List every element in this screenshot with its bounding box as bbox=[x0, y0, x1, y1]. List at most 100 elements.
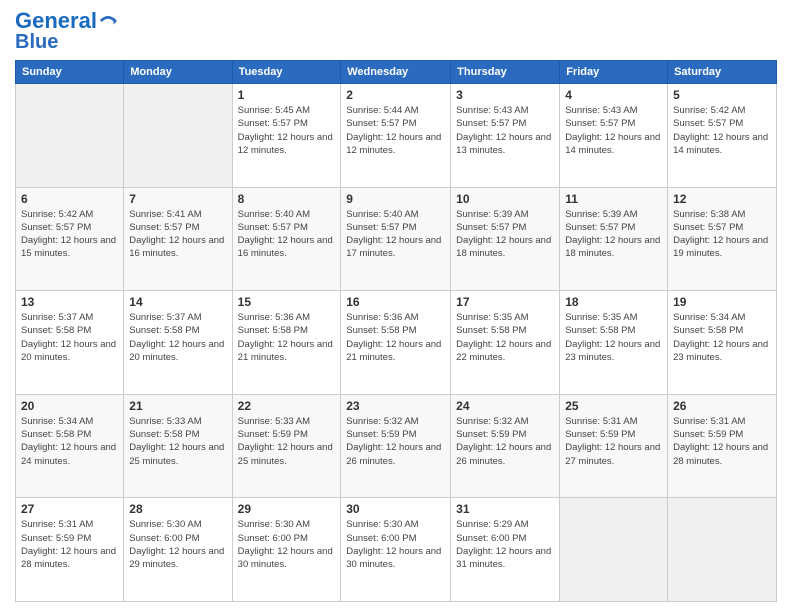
day-info: Sunrise: 5:37 AM Sunset: 5:58 PM Dayligh… bbox=[129, 311, 226, 364]
day-number: 25 bbox=[565, 399, 662, 413]
day-info: Sunrise: 5:39 AM Sunset: 5:57 PM Dayligh… bbox=[456, 208, 554, 261]
calendar-cell: 22Sunrise: 5:33 AM Sunset: 5:59 PM Dayli… bbox=[232, 394, 341, 498]
day-info: Sunrise: 5:40 AM Sunset: 5:57 PM Dayligh… bbox=[238, 208, 336, 261]
day-info: Sunrise: 5:43 AM Sunset: 5:57 PM Dayligh… bbox=[456, 104, 554, 157]
weekday-header-friday: Friday bbox=[560, 61, 668, 84]
day-info: Sunrise: 5:42 AM Sunset: 5:57 PM Dayligh… bbox=[21, 208, 118, 261]
day-number: 10 bbox=[456, 192, 554, 206]
week-row-3: 13 Sunrise: 5:37 AM Sunset: 5:58 PM Dayli… bbox=[16, 291, 777, 395]
weekday-header-tuesday: Tuesday bbox=[232, 61, 341, 84]
day-number: 26 bbox=[673, 399, 771, 413]
calendar-cell: 17 Sunrise: 5:35 AM Sunset: 5:58 PM Dayli… bbox=[451, 291, 560, 395]
day-number: 15 bbox=[238, 295, 336, 309]
day-number: 20 bbox=[21, 399, 118, 413]
day-info: Sunrise: 5:33 AM Sunset: 5:58 PM Dayligh… bbox=[129, 415, 226, 468]
calendar-cell: 13 Sunrise: 5:37 AM Sunset: 5:58 PM Dayli… bbox=[16, 291, 124, 395]
day-number: 19 bbox=[673, 295, 771, 309]
day-info: Sunrise: 5:36 AM Sunset: 5:58 PM Dayligh… bbox=[346, 311, 445, 364]
day-number: 16 bbox=[346, 295, 445, 309]
calendar-cell: 11 Sunrise: 5:39 AM Sunset: 5:57 PM Dayli… bbox=[560, 187, 668, 291]
calendar-cell: 5 Sunrise: 5:42 AM Sunset: 5:57 PM Daylig… bbox=[668, 84, 777, 188]
day-info: Sunrise: 5:36 AM Sunset: 5:58 PM Dayligh… bbox=[238, 311, 336, 364]
calendar-cell: 28 Sunrise: 5:30 AM Sunset: 6:00 PM Dayli… bbox=[124, 498, 232, 602]
day-number: 3 bbox=[456, 88, 554, 102]
weekday-header-thursday: Thursday bbox=[451, 61, 560, 84]
day-info: Sunrise: 5:40 AM Sunset: 5:57 PM Dayligh… bbox=[346, 208, 445, 261]
calendar-cell: 8Sunrise: 5:40 AM Sunset: 5:57 PM Daylig… bbox=[232, 187, 341, 291]
calendar-cell bbox=[124, 84, 232, 188]
day-number: 11 bbox=[565, 192, 662, 206]
day-number: 1 bbox=[238, 88, 336, 102]
day-number: 24 bbox=[456, 399, 554, 413]
day-info: Sunrise: 5:38 AM Sunset: 5:57 PM Dayligh… bbox=[673, 208, 771, 261]
calendar-cell: 3 Sunrise: 5:43 AM Sunset: 5:57 PM Daylig… bbox=[451, 84, 560, 188]
calendar-cell: 27Sunrise: 5:31 AM Sunset: 5:59 PM Dayli… bbox=[16, 498, 124, 602]
calendar-cell: 7Sunrise: 5:41 AM Sunset: 5:57 PM Daylig… bbox=[124, 187, 232, 291]
day-number: 30 bbox=[346, 502, 445, 516]
weekday-header-row: SundayMondayTuesdayWednesdayThursdayFrid… bbox=[16, 61, 777, 84]
day-info: Sunrise: 5:31 AM Sunset: 5:59 PM Dayligh… bbox=[673, 415, 771, 468]
day-info: Sunrise: 5:34 AM Sunset: 5:58 PM Dayligh… bbox=[673, 311, 771, 364]
calendar-cell: 31 Sunrise: 5:29 AM Sunset: 6:00 PM Dayli… bbox=[451, 498, 560, 602]
calendar-cell: 15 Sunrise: 5:36 AM Sunset: 5:58 PM Dayli… bbox=[232, 291, 341, 395]
day-info: Sunrise: 5:29 AM Sunset: 6:00 PM Dayligh… bbox=[456, 518, 554, 571]
weekday-header-monday: Monday bbox=[124, 61, 232, 84]
logo: General Blue bbox=[15, 10, 117, 52]
day-number: 9 bbox=[346, 192, 445, 206]
calendar-cell bbox=[668, 498, 777, 602]
day-info: Sunrise: 5:35 AM Sunset: 5:58 PM Dayligh… bbox=[565, 311, 662, 364]
day-number: 2 bbox=[346, 88, 445, 102]
calendar-cell: 2Sunrise: 5:44 AM Sunset: 5:57 PM Daylig… bbox=[341, 84, 451, 188]
day-info: Sunrise: 5:33 AM Sunset: 5:59 PM Dayligh… bbox=[238, 415, 336, 468]
day-info: Sunrise: 5:43 AM Sunset: 5:57 PM Dayligh… bbox=[565, 104, 662, 157]
day-number: 5 bbox=[673, 88, 771, 102]
calendar-cell: 12 Sunrise: 5:38 AM Sunset: 5:57 PM Dayli… bbox=[668, 187, 777, 291]
day-info: Sunrise: 5:34 AM Sunset: 5:58 PM Dayligh… bbox=[21, 415, 118, 468]
page: General Blue SundayMondayTuesdayWednesda… bbox=[0, 0, 792, 612]
day-info: Sunrise: 5:32 AM Sunset: 5:59 PM Dayligh… bbox=[346, 415, 445, 468]
calendar-cell: 18 Sunrise: 5:35 AM Sunset: 5:58 PM Dayli… bbox=[560, 291, 668, 395]
calendar-cell bbox=[560, 498, 668, 602]
calendar-cell: 26 Sunrise: 5:31 AM Sunset: 5:59 PM Dayli… bbox=[668, 394, 777, 498]
day-info: Sunrise: 5:37 AM Sunset: 5:58 PM Dayligh… bbox=[21, 311, 118, 364]
calendar-cell: 21 Sunrise: 5:33 AM Sunset: 5:58 PM Dayli… bbox=[124, 394, 232, 498]
logo-text-blue: Blue bbox=[15, 32, 117, 52]
day-info: Sunrise: 5:35 AM Sunset: 5:58 PM Dayligh… bbox=[456, 311, 554, 364]
calendar-cell: 20 Sunrise: 5:34 AM Sunset: 5:58 PM Dayli… bbox=[16, 394, 124, 498]
week-row-4: 20 Sunrise: 5:34 AM Sunset: 5:58 PM Dayli… bbox=[16, 394, 777, 498]
day-number: 18 bbox=[565, 295, 662, 309]
calendar-cell: 24Sunrise: 5:32 AM Sunset: 5:59 PM Dayli… bbox=[451, 394, 560, 498]
day-number: 21 bbox=[129, 399, 226, 413]
day-number: 31 bbox=[456, 502, 554, 516]
day-info: Sunrise: 5:30 AM Sunset: 6:00 PM Dayligh… bbox=[129, 518, 226, 571]
day-number: 12 bbox=[673, 192, 771, 206]
calendar-cell: 23 Sunrise: 5:32 AM Sunset: 5:59 PM Dayli… bbox=[341, 394, 451, 498]
day-number: 17 bbox=[456, 295, 554, 309]
day-number: 27 bbox=[21, 502, 118, 516]
day-number: 13 bbox=[21, 295, 118, 309]
calendar-cell: 6 Sunrise: 5:42 AM Sunset: 5:57 PM Daylig… bbox=[16, 187, 124, 291]
header: General Blue bbox=[15, 10, 777, 52]
calendar-cell: 4 Sunrise: 5:43 AM Sunset: 5:57 PM Daylig… bbox=[560, 84, 668, 188]
day-info: Sunrise: 5:41 AM Sunset: 5:57 PM Dayligh… bbox=[129, 208, 226, 261]
calendar-cell bbox=[16, 84, 124, 188]
logo-icon bbox=[99, 12, 117, 30]
calendar-cell: 30Sunrise: 5:30 AM Sunset: 6:00 PM Dayli… bbox=[341, 498, 451, 602]
calendar-cell: 1 Sunrise: 5:45 AM Sunset: 5:57 PM Daylig… bbox=[232, 84, 341, 188]
calendar-cell: 9 Sunrise: 5:40 AM Sunset: 5:57 PM Daylig… bbox=[341, 187, 451, 291]
day-number: 28 bbox=[129, 502, 226, 516]
day-number: 23 bbox=[346, 399, 445, 413]
weekday-header-sunday: Sunday bbox=[16, 61, 124, 84]
week-row-5: 27Sunrise: 5:31 AM Sunset: 5:59 PM Dayli… bbox=[16, 498, 777, 602]
day-number: 6 bbox=[21, 192, 118, 206]
logo-text: General bbox=[15, 10, 97, 32]
day-info: Sunrise: 5:45 AM Sunset: 5:57 PM Dayligh… bbox=[238, 104, 336, 157]
week-row-1: 1 Sunrise: 5:45 AM Sunset: 5:57 PM Daylig… bbox=[16, 84, 777, 188]
day-info: Sunrise: 5:39 AM Sunset: 5:57 PM Dayligh… bbox=[565, 208, 662, 261]
day-info: Sunrise: 5:31 AM Sunset: 5:59 PM Dayligh… bbox=[565, 415, 662, 468]
calendar-cell: 29Sunrise: 5:30 AM Sunset: 6:00 PM Dayli… bbox=[232, 498, 341, 602]
calendar-cell: 25 Sunrise: 5:31 AM Sunset: 5:59 PM Dayli… bbox=[560, 394, 668, 498]
day-number: 4 bbox=[565, 88, 662, 102]
day-info: Sunrise: 5:42 AM Sunset: 5:57 PM Dayligh… bbox=[673, 104, 771, 157]
day-number: 29 bbox=[238, 502, 336, 516]
